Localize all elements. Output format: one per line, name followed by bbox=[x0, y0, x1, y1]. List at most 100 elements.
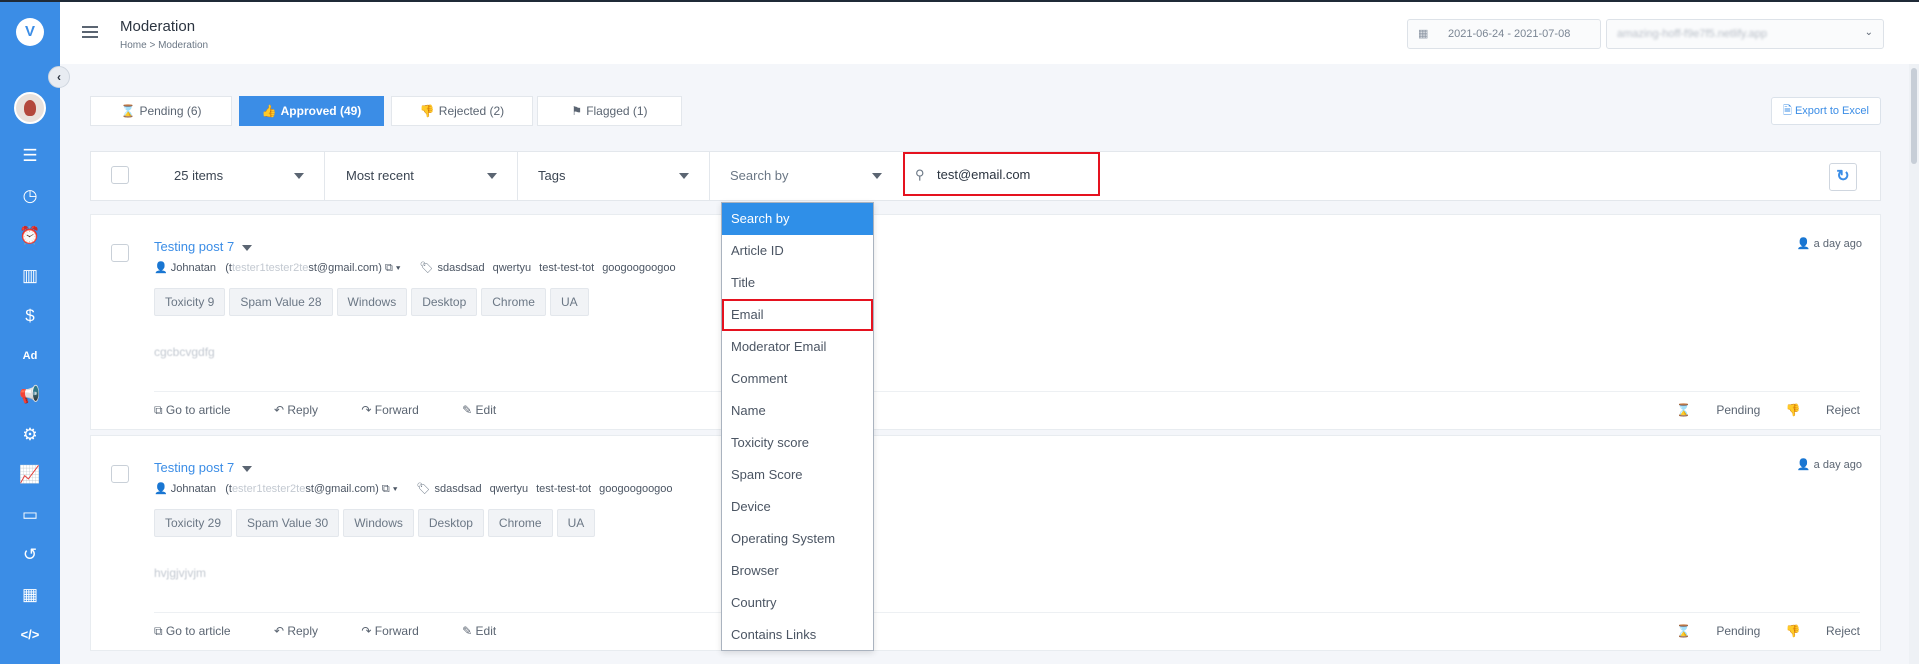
caret-down-icon[interactable]: ▾ bbox=[396, 262, 401, 274]
comment-actions: ⧉ Go to article ↶ Reply ↷ Forward ✎ Edit bbox=[154, 403, 536, 418]
code-icon[interactable]: </> bbox=[0, 623, 60, 647]
breadcrumb[interactable]: Home > Moderation bbox=[120, 40, 208, 51]
comment-checkbox[interactable] bbox=[111, 244, 129, 262]
date-range-picker[interactable]: ▦ 2021-06-24 - 2021-07-08 bbox=[1407, 19, 1601, 49]
action-label: Edit bbox=[475, 624, 497, 638]
option-country[interactable]: Country bbox=[722, 587, 873, 619]
post-title-link[interactable]: Testing post 7 bbox=[154, 460, 253, 475]
chevron-down-icon: ⌄ bbox=[1864, 27, 1873, 38]
reply-button[interactable]: ↶ Reply bbox=[274, 403, 338, 417]
search-by-dropdown: Search by Article ID Title Email Moderat… bbox=[721, 202, 874, 651]
pending-button[interactable]: ⌛ Pending bbox=[1676, 403, 1760, 417]
action-label: Reply bbox=[287, 403, 319, 417]
comment-time: 👤 a day ago bbox=[1797, 458, 1862, 471]
option-title[interactable]: Title bbox=[722, 267, 873, 299]
action-label: Forward bbox=[374, 624, 419, 638]
book-icon[interactable]: ▥ bbox=[0, 264, 60, 288]
file-excel-icon: 🗎 bbox=[1783, 105, 1792, 117]
hourglass-icon: ⌛ bbox=[120, 104, 136, 118]
collapse-sidebar-button[interactable]: ‹ bbox=[48, 66, 70, 88]
option-comment[interactable]: Comment bbox=[722, 363, 873, 395]
caret-down-icon bbox=[294, 173, 304, 179]
edit-button[interactable]: ✎ Edit bbox=[462, 403, 516, 417]
forward-button[interactable]: ↷ Forward bbox=[361, 624, 438, 638]
option-spam-score[interactable]: Spam Score bbox=[722, 459, 873, 491]
dollar-icon[interactable]: $ bbox=[0, 304, 60, 328]
option-moderator-email[interactable]: Moderator Email bbox=[722, 331, 873, 363]
comment-card: Testing post 7 👤 Johnatan (tester1tester… bbox=[90, 435, 1881, 651]
post-title-link[interactable]: Testing post 7 bbox=[154, 239, 253, 254]
tab-pending[interactable]: ⌛ Pending (6) bbox=[90, 96, 232, 126]
analytics-icon[interactable]: 📈 bbox=[0, 463, 60, 487]
forward-button[interactable]: ↷ Forward bbox=[361, 403, 438, 417]
reject-button[interactable]: 👎 Reject bbox=[1786, 624, 1860, 638]
tag[interactable]: sdasdsad bbox=[434, 483, 481, 495]
option-device[interactable]: Device bbox=[722, 491, 873, 523]
tag[interactable]: googoogoogoo bbox=[602, 262, 675, 274]
sort-select[interactable]: Most recent bbox=[326, 152, 518, 200]
copy-icon[interactable]: ⧉ bbox=[385, 262, 393, 274]
comment-card: Testing post 7 👤 Johnatan (ttester1teste… bbox=[90, 214, 1881, 430]
tag-icon: 🏷 bbox=[416, 483, 431, 495]
refresh-button[interactable]: ↻ bbox=[1829, 163, 1857, 191]
search-by-value: Search by bbox=[730, 168, 789, 183]
pending-button[interactable]: ⌛ Pending bbox=[1676, 624, 1760, 638]
comment-checkbox[interactable] bbox=[111, 465, 129, 483]
export-excel-button[interactable]: 🗎 Export to Excel bbox=[1771, 97, 1881, 125]
caret-down-icon[interactable] bbox=[242, 465, 253, 472]
select-all-checkbox[interactable] bbox=[111, 166, 129, 184]
history-icon[interactable]: ↺ bbox=[0, 543, 60, 567]
list-icon[interactable]: ☰ bbox=[0, 144, 60, 168]
items-per-page-select[interactable]: 25 items bbox=[154, 152, 325, 200]
moderation-actions: ⌛ Pending 👎 Reject bbox=[1654, 403, 1860, 417]
search-input[interactable]: ⚲ test@email.com bbox=[903, 152, 1100, 196]
tag[interactable]: test-test-tot bbox=[539, 262, 594, 274]
site-select[interactable]: amazing-hoff-f9e7f5.netlify.app ⌄ bbox=[1606, 19, 1884, 49]
tab-approved[interactable]: 👍 Approved (49) bbox=[239, 96, 384, 126]
option-operating-system[interactable]: Operating System bbox=[722, 523, 873, 555]
reject-button[interactable]: 👎 Reject bbox=[1786, 403, 1860, 417]
clock-icon[interactable]: ◷ bbox=[0, 184, 60, 208]
search-by-select[interactable]: Search by bbox=[710, 152, 902, 200]
table-icon[interactable]: ▦ bbox=[0, 583, 60, 607]
option-search-by[interactable]: Search by bbox=[722, 203, 873, 235]
go-to-article-button[interactable]: ⧉ Go to article bbox=[154, 624, 251, 638]
caret-down-icon[interactable]: ▾ bbox=[393, 483, 398, 495]
go-to-article-button[interactable]: ⧉ Go to article bbox=[154, 403, 251, 417]
tag[interactable]: sdasdsad bbox=[438, 262, 485, 274]
gear-icon[interactable]: ⚙ bbox=[0, 423, 60, 447]
option-email[interactable]: Email bbox=[722, 299, 873, 331]
copy-icon[interactable]: ⧉ bbox=[382, 483, 390, 495]
comment-body: cgcbcvgdfg bbox=[154, 345, 215, 359]
action-label: Pending bbox=[1716, 624, 1761, 638]
tab-flagged[interactable]: ⚑ Flagged (1) bbox=[537, 96, 682, 126]
tag[interactable]: qwertyu bbox=[493, 262, 532, 274]
option-browser[interactable]: Browser bbox=[722, 555, 873, 587]
avatar[interactable] bbox=[14, 92, 46, 124]
menu-icon[interactable] bbox=[82, 26, 98, 38]
megaphone-icon[interactable]: 📢 bbox=[0, 383, 60, 407]
os-chip: Windows bbox=[343, 509, 414, 537]
card-icon[interactable]: ▭ bbox=[0, 503, 60, 527]
tab-rejected[interactable]: 👎 Rejected (2) bbox=[391, 96, 533, 126]
reply-button[interactable]: ↶ Reply bbox=[274, 624, 338, 638]
option-toxicity-score[interactable]: Toxicity score bbox=[722, 427, 873, 459]
caret-down-icon[interactable] bbox=[242, 244, 253, 251]
option-name[interactable]: Name bbox=[722, 395, 873, 427]
alarm-icon[interactable]: ⏰ bbox=[0, 224, 60, 248]
caret-down-icon bbox=[872, 173, 882, 179]
email-prefix: (t bbox=[225, 483, 232, 495]
tag[interactable]: test-test-tot bbox=[536, 483, 591, 495]
tag[interactable]: qwertyu bbox=[490, 483, 529, 495]
tag[interactable]: googoogoogoo bbox=[599, 483, 672, 495]
divider bbox=[154, 612, 1860, 613]
scrollbar-thumb[interactable] bbox=[1911, 68, 1917, 164]
edit-button[interactable]: ✎ Edit bbox=[462, 624, 516, 638]
option-article-id[interactable]: Article ID bbox=[722, 235, 873, 267]
app-logo[interactable]: V bbox=[16, 18, 44, 46]
option-contains-links[interactable]: Contains Links bbox=[722, 619, 873, 651]
email-visible: st@gmail.com) bbox=[305, 483, 379, 495]
ad-icon[interactable]: Ad bbox=[0, 344, 60, 368]
tags-select[interactable]: Tags bbox=[518, 152, 710, 200]
device-chip: Desktop bbox=[417, 509, 484, 537]
